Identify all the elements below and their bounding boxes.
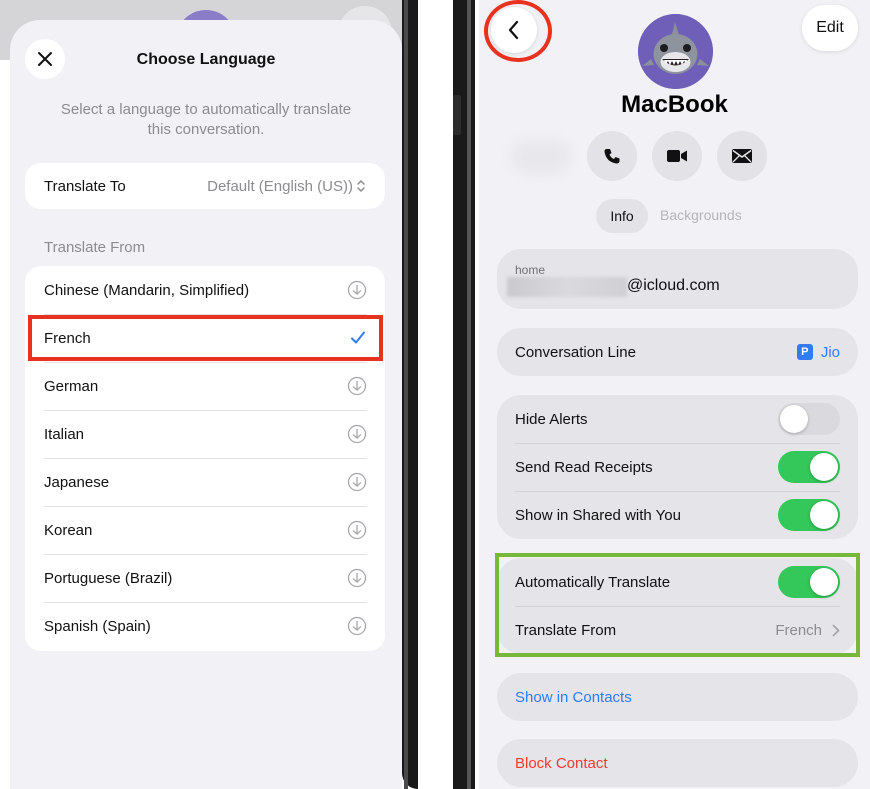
back-button[interactable] bbox=[491, 7, 537, 53]
toggle-knob bbox=[810, 568, 838, 596]
show-in-contacts-button[interactable]: Show in Contacts bbox=[497, 673, 858, 721]
language-name: French bbox=[44, 329, 91, 347]
translate-to-row[interactable]: Translate To Default (English (US)) bbox=[25, 163, 385, 209]
translate-to-value-text: Default (English (US)) bbox=[207, 177, 353, 195]
translate-to-value[interactable]: Default (English (US)) bbox=[207, 178, 366, 195]
language-name: Portuguese (Brazil) bbox=[44, 569, 173, 587]
shared-with-you-label: Show in Shared with You bbox=[515, 506, 681, 524]
list-item[interactable]: Portuguese (Brazil) bbox=[25, 554, 385, 602]
edit-button[interactable]: Edit bbox=[802, 5, 858, 51]
language-name: Korean bbox=[44, 521, 93, 539]
left-phone-screen: Choose Language Select a language to aut… bbox=[0, 0, 418, 789]
tab-info[interactable]: Info bbox=[596, 199, 648, 233]
contact-name: MacBook bbox=[621, 91, 728, 118]
redacted-email-name bbox=[507, 277, 627, 297]
shark-memoji-icon bbox=[638, 14, 713, 89]
video-icon bbox=[667, 150, 687, 162]
language-name: Japanese bbox=[44, 473, 110, 491]
list-item[interactable]: Korean bbox=[25, 506, 385, 554]
choose-language-sheet: Choose Language Select a language to aut… bbox=[10, 20, 402, 789]
phone-side-button bbox=[453, 95, 461, 135]
avatar bbox=[638, 14, 713, 89]
send-read-receipts-toggle[interactable] bbox=[778, 451, 840, 483]
checkmark-icon bbox=[351, 331, 365, 344]
blurred-element bbox=[511, 140, 571, 174]
phone-frame bbox=[402, 0, 418, 789]
language-name: Chinese (Mandarin, Simplified) bbox=[44, 281, 250, 299]
chevron-left-icon bbox=[508, 20, 519, 40]
sim-badge-icon: P bbox=[796, 344, 813, 360]
phone-icon bbox=[604, 149, 620, 164]
translate-from-section-label: Translate From bbox=[44, 239, 146, 256]
list-item[interactable]: Japanese bbox=[25, 458, 385, 506]
toggle-knob bbox=[810, 453, 838, 481]
list-item[interactable]: German bbox=[25, 362, 385, 410]
translate-from-row[interactable]: Translate From French bbox=[497, 606, 858, 654]
email-label: home bbox=[515, 263, 546, 277]
shared-with-you-row: Show in Shared with You bbox=[497, 491, 858, 539]
list-item[interactable]: Chinese (Mandarin, Simplified) bbox=[25, 266, 385, 314]
mail-icon bbox=[732, 149, 752, 163]
mail-button[interactable] bbox=[717, 131, 767, 181]
download-icon[interactable] bbox=[347, 568, 367, 588]
translate-settings-group: Automatically Translate Translate From F… bbox=[497, 558, 858, 654]
translate-from-value: French bbox=[775, 622, 840, 639]
hide-alerts-toggle[interactable] bbox=[778, 403, 840, 435]
list-item[interactable]: Spanish (Spain) bbox=[25, 602, 385, 650]
auto-translate-toggle[interactable] bbox=[778, 566, 840, 598]
download-icon[interactable] bbox=[347, 616, 367, 636]
language-name: German bbox=[44, 377, 99, 395]
list-item-selected[interactable]: French bbox=[25, 314, 385, 362]
video-call-button[interactable] bbox=[652, 131, 702, 181]
call-button[interactable] bbox=[587, 131, 637, 181]
language-list: Chinese (Mandarin, Simplified) French Ge… bbox=[25, 266, 385, 651]
auto-translate-row: Automatically Translate bbox=[497, 558, 858, 606]
toggle-knob bbox=[780, 405, 808, 433]
email-domain: @icloud.com bbox=[627, 277, 720, 294]
translate-from-value-text: French bbox=[775, 621, 822, 639]
conversation-line-row[interactable]: Conversation Line P Jio bbox=[497, 328, 858, 376]
sheet-title: Choose Language bbox=[136, 51, 276, 68]
hide-alerts-row: Hide Alerts bbox=[497, 395, 858, 443]
contact-info-screen: Edit MacBook Info Backgrounds home @iclo… bbox=[479, 0, 870, 789]
language-name: Spanish (Spain) bbox=[44, 617, 151, 635]
translate-to-label: Translate To bbox=[44, 177, 126, 195]
download-icon[interactable] bbox=[347, 424, 367, 444]
download-icon[interactable] bbox=[347, 280, 367, 300]
block-contact-button[interactable]: Block Contact bbox=[497, 739, 858, 787]
download-icon[interactable] bbox=[347, 520, 367, 540]
download-icon[interactable] bbox=[347, 472, 367, 492]
auto-translate-label: Automatically Translate bbox=[515, 573, 671, 591]
download-icon[interactable] bbox=[347, 376, 367, 396]
hide-alerts-label: Hide Alerts bbox=[515, 410, 588, 428]
conversation-line-value[interactable]: P Jio bbox=[796, 343, 840, 361]
shared-with-you-toggle[interactable] bbox=[778, 499, 840, 531]
email-row[interactable]: home @icloud.com bbox=[497, 249, 858, 309]
chevron-up-down-icon bbox=[357, 180, 365, 192]
carrier-name: Jio bbox=[820, 343, 840, 361]
right-phone-screen: Edit MacBook Info Backgrounds home @iclo… bbox=[453, 0, 870, 789]
chevron-right-icon bbox=[832, 624, 840, 636]
tab-backgrounds[interactable]: Backgrounds bbox=[660, 207, 742, 223]
send-read-receipts-label: Send Read Receipts bbox=[515, 458, 653, 476]
alerts-settings-group: Hide Alerts Send Read Receipts Show in S… bbox=[497, 395, 858, 539]
sheet-subtitle: Select a language to automatically trans… bbox=[60, 101, 352, 138]
language-name: Italian bbox=[44, 425, 85, 443]
toggle-knob bbox=[810, 501, 838, 529]
conversation-line-label: Conversation Line bbox=[515, 343, 636, 361]
send-read-receipts-row: Send Read Receipts bbox=[497, 443, 858, 491]
list-item[interactable]: Italian bbox=[25, 410, 385, 458]
translate-from-label: Translate From bbox=[515, 621, 617, 639]
